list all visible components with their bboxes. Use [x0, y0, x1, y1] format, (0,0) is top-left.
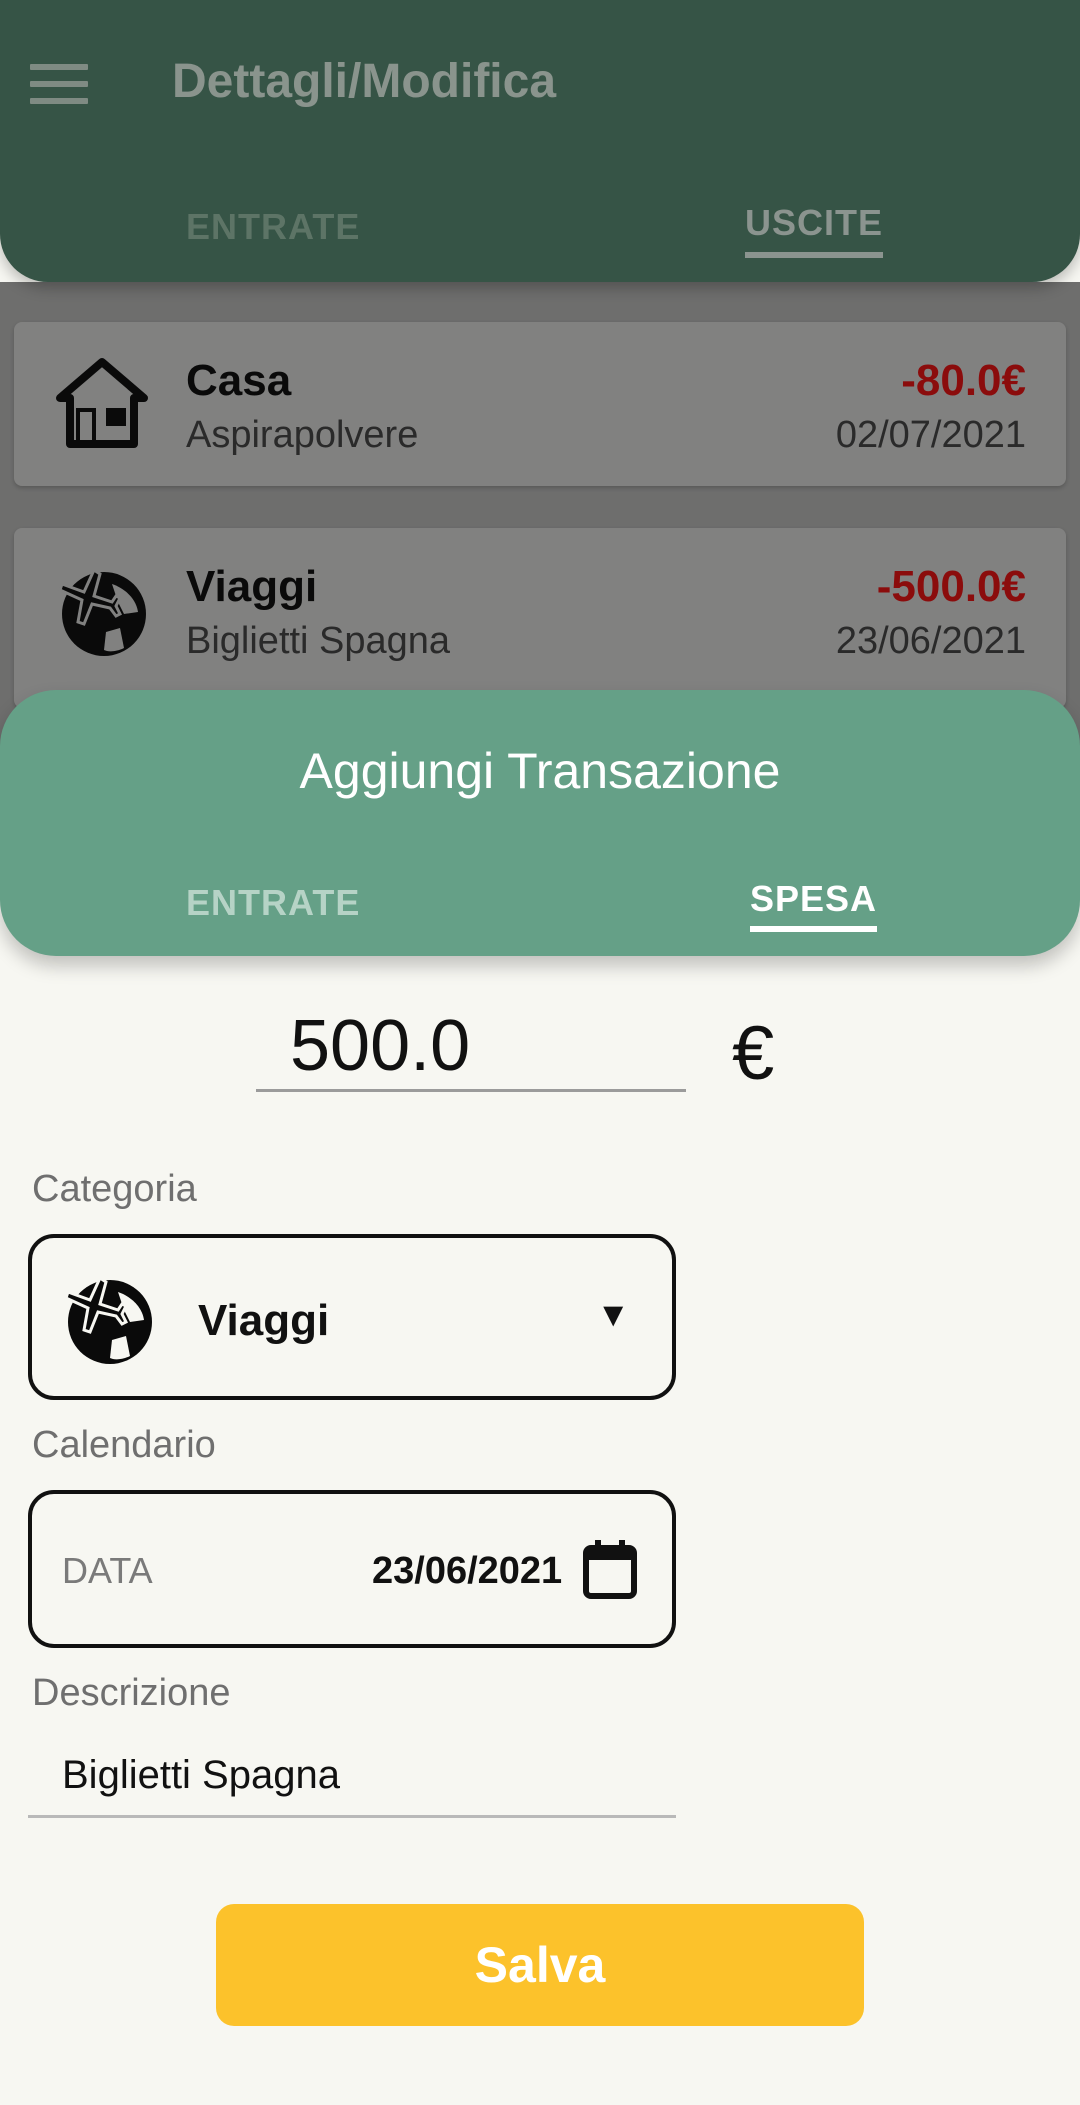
description-input[interactable]: Biglietti Spagna [28, 1740, 676, 1818]
category-value: Viaggi [198, 1296, 330, 1345]
transaction-description: Biglietti Spagna [186, 620, 451, 662]
tab-uscite[interactable]: USCITE [745, 202, 884, 258]
currency-symbol: € [732, 1011, 775, 1096]
travel-globe-icon [64, 1275, 152, 1364]
transaction-category: Casa [186, 356, 292, 405]
app-bar: Dettagli/Modifica ENTRATE USCITE [0, 0, 1080, 282]
date-placeholder: DATA [62, 1550, 153, 1591]
calendar-label: Calendario [32, 1424, 216, 1466]
transaction-description: Aspirapolvere [186, 414, 419, 456]
transaction-amount: -500.0€ [876, 562, 1026, 611]
page-title: Dettagli/Modifica [172, 55, 557, 108]
transaction-date: 02/07/2021 [835, 414, 1026, 456]
transaction-category: Viaggi [186, 562, 318, 611]
description-label: Descrizione [32, 1672, 231, 1714]
travel-globe-icon [58, 567, 146, 656]
category-dropdown[interactable]: Viaggi ▼ [28, 1234, 676, 1400]
date-picker-field[interactable]: DATA 23/06/2021 [28, 1490, 676, 1648]
transaction-card[interactable]: Viaggi Biglietti Spagna -500.0€ 23/06/20… [14, 528, 1066, 708]
calendar-icon[interactable] [582, 1538, 638, 1600]
category-label: Categoria [32, 1168, 197, 1210]
hamburger-menu-icon[interactable] [30, 64, 88, 104]
save-button[interactable]: Salva [216, 1904, 864, 2026]
tab-spesa[interactable]: SPESA [750, 878, 878, 932]
dropdown-arrow-icon: ▼ [596, 1296, 630, 1334]
sheet-title: Aggiungi Transazione [299, 743, 781, 799]
tab-entrate[interactable]: ENTRATE [186, 206, 360, 248]
transaction-date: 23/06/2021 [835, 620, 1026, 662]
sheet-header: Aggiungi Transazione ENTRATE SPESA [0, 690, 1080, 956]
tab-entrate[interactable]: ENTRATE [186, 882, 360, 924]
house-icon [56, 358, 148, 448]
transaction-card[interactable]: Casa Aspirapolvere -80.0€ 02/07/2021 [14, 322, 1066, 486]
date-value: 23/06/2021 [372, 1550, 563, 1592]
transaction-amount: -80.0€ [901, 356, 1026, 405]
amount-input[interactable]: 500.0 [256, 1000, 686, 1092]
